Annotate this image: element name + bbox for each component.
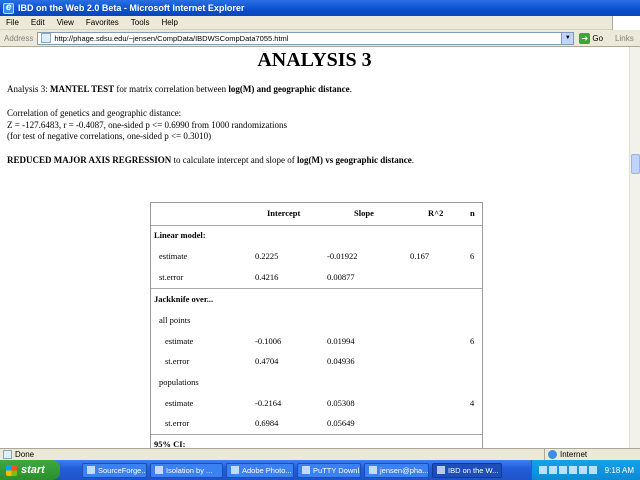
table-row: st.error 0.6984 0.05649 — [165, 418, 355, 428]
col-r2: R^2 — [428, 208, 444, 218]
col-intercept: Intercept — [267, 208, 301, 218]
tray-icon[interactable] — [578, 466, 587, 474]
address-input[interactable]: http://phage.sdsu.edu/~jensen/CompData/I… — [37, 31, 575, 45]
tray-icon[interactable] — [558, 466, 567, 474]
taskbar-item-isolation[interactable]: Isolation by ... — [150, 462, 223, 478]
table-divider — [151, 434, 482, 435]
taskbar-item-terminal[interactable]: jensen@pha... — [364, 462, 429, 478]
start-button[interactable]: start — [0, 460, 60, 480]
col-slope: Slope — [354, 208, 374, 218]
menu-tools[interactable]: Tools — [125, 18, 156, 27]
taskbar-item-sourceforge[interactable]: SourceForge... — [82, 462, 147, 478]
correlation-title: Correlation of genetics and geographic d… — [7, 108, 182, 118]
tray-icon[interactable] — [588, 466, 597, 474]
menu-file[interactable]: File — [0, 18, 25, 27]
section-ci: 95% CI: — [154, 439, 186, 448]
table-divider — [151, 225, 482, 226]
go-button[interactable]: ➔ Go — [579, 32, 604, 44]
page-icon — [41, 33, 52, 43]
table-row: estimate 0.2225 -0.01922 0.167 6 — [159, 251, 475, 261]
taskbar-item-photoshop[interactable]: Adobe Photo... — [226, 462, 294, 478]
table-row: st.error 0.4704 0.04936 — [165, 356, 355, 366]
menu-favorites[interactable]: Favorites — [80, 18, 125, 27]
menu-edit[interactable]: Edit — [25, 18, 51, 27]
correlation-line-1: Z = -127.6483, r = -0.4087, one-sided p … — [7, 120, 288, 130]
app-icon — [369, 466, 377, 474]
taskbar-item-putty[interactable]: PuTTY Downl... — [297, 462, 361, 478]
vertical-scrollbar[interactable] — [629, 47, 640, 448]
table-row: st.error 0.4216 0.00877 — [159, 272, 355, 282]
menu-bar: File Edit View Favorites Tools Help — [0, 15, 640, 30]
page-done-icon — [3, 450, 12, 459]
page-heading: ANALYSIS 3 — [257, 49, 372, 71]
regression-table: Intercept Slope R^2 n Linear model: esti… — [150, 202, 483, 448]
app-icon — [155, 466, 163, 474]
rma-description: REDUCED MAJOR AXIS REGRESSION to calcula… — [7, 155, 414, 165]
tray-icon[interactable] — [538, 466, 547, 474]
address-url[interactable]: http://phage.sdsu.edu/~jensen/CompData/I… — [54, 34, 561, 43]
subsection-all-points: all points — [159, 315, 191, 325]
page-content: ANALYSIS 3 Analysis 3: MANTEL TEST for m… — [0, 47, 629, 448]
menu-help[interactable]: Help — [155, 18, 183, 27]
col-n: n — [470, 208, 475, 218]
go-arrow-icon: ➔ — [579, 32, 591, 44]
correlation-line-2: (for test of negative correlations, one-… — [7, 131, 212, 141]
app-icon — [437, 466, 445, 474]
window-title: IBD on the Web 2.0 Beta - Microsoft Inte… — [18, 3, 245, 13]
scrollbar-thumb[interactable] — [631, 154, 640, 174]
ie-icon — [3, 2, 14, 14]
menu-view[interactable]: View — [51, 18, 80, 27]
chevron-down-icon[interactable]: ▼ — [561, 32, 574, 44]
clock[interactable]: 9:18 AM — [605, 466, 634, 475]
start-label: start — [21, 464, 45, 476]
go-label: Go — [592, 33, 604, 43]
tray-icon[interactable] — [548, 466, 557, 474]
window-title-bar: IBD on the Web 2.0 Beta - Microsoft Inte… — [0, 0, 640, 16]
status-text: Done — [15, 450, 35, 459]
security-zone: Internet — [544, 449, 587, 460]
links-button[interactable]: Links — [615, 34, 634, 43]
taskbar-item-ie[interactable]: IBD on the W... — [432, 462, 502, 478]
app-icon — [231, 466, 239, 474]
address-bar: Address http://phage.sdsu.edu/~jensen/Co… — [0, 30, 640, 47]
table-row: estimate -0.2164 0.05308 4 — [165, 398, 475, 408]
windows-logo — [612, 15, 640, 30]
windows-flag-icon — [6, 464, 17, 476]
section-linear-model: Linear model: — [154, 230, 206, 240]
tray-icon[interactable] — [568, 466, 577, 474]
analysis-intro: Analysis 3: MANTEL TEST for matrix corre… — [7, 84, 352, 94]
app-icon — [87, 466, 95, 474]
table-row: estimate -0.1006 0.01994 6 — [165, 336, 475, 346]
section-jackknife: Jackknife over... — [154, 294, 214, 304]
table-divider — [151, 288, 482, 289]
subsection-populations: populations — [159, 377, 199, 387]
system-tray: 9:18 AM — [531, 460, 640, 480]
app-icon — [302, 466, 310, 474]
globe-icon — [548, 450, 557, 459]
taskbar: start SourceForge... Isolation by ... Ad… — [0, 460, 640, 480]
zone-label: Internet — [560, 450, 588, 459]
status-bar: Done Internet — [0, 448, 640, 460]
address-label: Address — [4, 33, 34, 43]
